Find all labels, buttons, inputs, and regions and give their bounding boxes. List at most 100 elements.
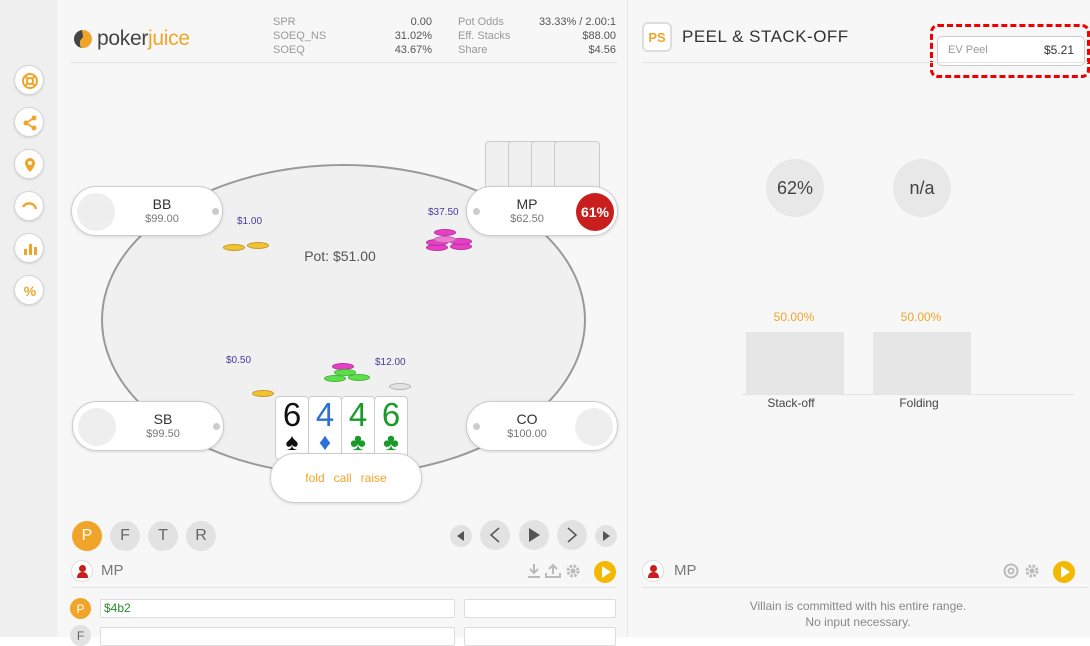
seat-bb[interactable]: BB $99.00 bbox=[71, 186, 223, 236]
gear-icon[interactable] bbox=[1024, 563, 1040, 579]
villain-divider bbox=[642, 587, 1088, 588]
folding-equity-circle: n/a bbox=[893, 159, 951, 217]
bet-amount-mp: $37.50 bbox=[428, 207, 459, 218]
equity-badge: 61% bbox=[576, 193, 614, 231]
logo-mark-icon bbox=[74, 30, 92, 48]
seat-name: BB bbox=[152, 196, 172, 212]
dealer-dot bbox=[473, 423, 480, 430]
avatar bbox=[78, 408, 116, 446]
history-street-badge: F bbox=[70, 625, 91, 646]
history-street-badge: P bbox=[70, 598, 91, 619]
villain-icon bbox=[71, 560, 93, 582]
stack-off-bar bbox=[746, 332, 844, 394]
eff-stacks-value: $88.00 bbox=[582, 30, 616, 42]
call-button[interactable]: call bbox=[334, 471, 352, 485]
villain-name: MP bbox=[674, 562, 697, 579]
seat-sb[interactable]: SB $99.50 bbox=[72, 401, 224, 451]
play-range-icon[interactable] bbox=[594, 561, 616, 583]
upload-icon[interactable] bbox=[545, 563, 561, 579]
villain-message-1: Villain is committed with his entire ran… bbox=[749, 599, 967, 613]
play-button[interactable] bbox=[519, 520, 549, 550]
chip bbox=[434, 229, 456, 236]
chip bbox=[334, 369, 356, 376]
soeq-ns-value: 31.02% bbox=[394, 30, 432, 42]
seat-stack: $100.00 bbox=[507, 428, 547, 440]
street-preflop-button[interactable]: P bbox=[72, 521, 102, 551]
stack-off-label: Stack-off bbox=[767, 396, 815, 410]
dealer-dot bbox=[213, 423, 220, 430]
stack-off-percent: 50.00% bbox=[773, 310, 815, 324]
header-divider bbox=[71, 62, 617, 63]
percent-icon[interactable]: % bbox=[14, 275, 44, 305]
action-box: fold call raise bbox=[270, 453, 422, 503]
soeq-ns-label: SOEQ_NS bbox=[273, 30, 327, 42]
pot-label: Pot: $51.00 bbox=[304, 248, 376, 264]
download-icon[interactable] bbox=[527, 563, 541, 579]
seat-stack: $99.00 bbox=[145, 213, 179, 225]
triangle-right-icon bbox=[603, 531, 610, 541]
hole-card: 4 ♣ bbox=[341, 396, 375, 460]
history-player: MP bbox=[101, 562, 124, 579]
spr-label: SPR bbox=[273, 16, 296, 28]
seat-co[interactable]: CO $100.00 bbox=[466, 401, 618, 451]
hole-card: 6 ♣ bbox=[374, 396, 408, 460]
seat-mp[interactable]: MP $62.50 61% bbox=[466, 186, 618, 236]
street-turn-button[interactable]: T bbox=[148, 521, 178, 551]
chip bbox=[434, 236, 456, 243]
chip bbox=[252, 390, 274, 397]
pot-odds-label: Pot Odds bbox=[458, 16, 504, 28]
history-arc-icon[interactable] bbox=[14, 191, 44, 221]
play-villain-icon[interactable] bbox=[1053, 561, 1075, 583]
hole-card: 4 ♦ bbox=[308, 396, 342, 460]
avatar bbox=[77, 193, 115, 231]
preflop-action-input[interactable]: $4b2 bbox=[100, 599, 455, 618]
avatar bbox=[575, 408, 613, 446]
chip bbox=[247, 242, 269, 249]
bar-baseline bbox=[742, 394, 1074, 395]
pokerjuice-logo: poker juice bbox=[72, 27, 190, 51]
folding-bar bbox=[873, 332, 971, 394]
seat-name: CO bbox=[516, 411, 538, 427]
lifebuoy-icon[interactable] bbox=[1003, 563, 1019, 579]
first-step-button[interactable] bbox=[450, 525, 472, 547]
gear-icon[interactable] bbox=[565, 563, 581, 579]
chip bbox=[223, 244, 245, 251]
panel-title: PEEL & STACK-OFF bbox=[682, 27, 849, 46]
location-pin-icon[interactable] bbox=[14, 149, 44, 179]
sidebar: % bbox=[0, 0, 57, 637]
stack-off-equity-circle: 62% bbox=[766, 159, 824, 217]
card-rank: 4 bbox=[348, 396, 368, 433]
preflop-range-input[interactable] bbox=[464, 599, 616, 618]
seat-name: SB bbox=[153, 411, 173, 427]
dealer-dot bbox=[212, 208, 219, 215]
street-flop-button[interactable]: F bbox=[110, 521, 140, 551]
card-rank: 6 bbox=[282, 396, 302, 433]
play-icon bbox=[529, 528, 540, 542]
previous-button[interactable] bbox=[480, 520, 510, 550]
spr-value: 0.00 bbox=[410, 16, 432, 28]
seat-name: MP bbox=[516, 196, 538, 212]
street-river-button[interactable]: R bbox=[186, 521, 216, 551]
lifebuoy-icon[interactable] bbox=[14, 65, 44, 95]
bet-amount-hero: $12.00 bbox=[375, 357, 406, 368]
chip bbox=[324, 375, 346, 382]
next-button[interactable] bbox=[557, 520, 587, 550]
ps-badge: PS bbox=[642, 22, 672, 52]
panel-divider bbox=[642, 62, 1088, 63]
bar-chart-icon[interactable] bbox=[14, 233, 44, 263]
logo-text-poker: poker bbox=[97, 27, 149, 50]
dealer-dot bbox=[473, 208, 480, 215]
logo-text-juice: juice bbox=[148, 27, 190, 50]
pot-odds-value: 33.33% / 2.00:1 bbox=[538, 16, 616, 28]
eff-stacks-label: Eff. Stacks bbox=[458, 30, 511, 42]
bet-amount-sb: $0.50 bbox=[226, 355, 252, 366]
soeq-label: SOEQ bbox=[273, 44, 305, 56]
fold-button[interactable]: fold bbox=[305, 471, 324, 485]
share-icon[interactable] bbox=[14, 107, 44, 137]
chevron-right-icon bbox=[567, 527, 578, 543]
bet-amount-bb: $1.00 bbox=[237, 216, 263, 227]
last-step-button[interactable] bbox=[595, 525, 617, 547]
svg-text:%: % bbox=[24, 283, 37, 299]
raise-button[interactable]: raise bbox=[361, 471, 387, 485]
folding-label: Folding bbox=[899, 396, 939, 410]
